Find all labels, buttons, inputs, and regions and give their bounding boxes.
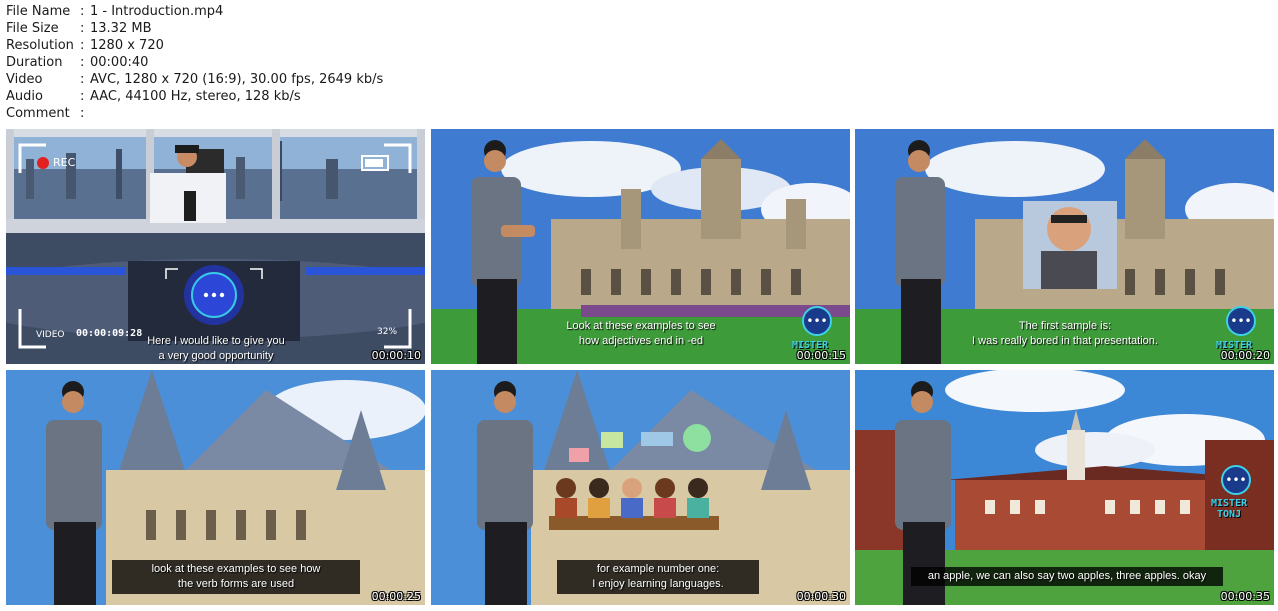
info-label: File Name xyxy=(6,4,71,19)
subtitle: The first sample is: I was really bored … xyxy=(972,320,1158,347)
info-separator: : xyxy=(80,4,85,19)
info-row: Resolution:1280 x 720 xyxy=(6,37,383,54)
info-label: Audio xyxy=(6,89,43,104)
info-separator: : xyxy=(80,55,85,70)
info-value: AAC, 44100 Hz, stereo, 128 kb/s xyxy=(90,89,301,104)
info-row: Video: AVC, 1280 x 720 (16:9), 30.00 fps,… xyxy=(6,71,383,88)
info-value: AVC, 1280 x 720 (16:9), 30.00 fps, 2649 … xyxy=(90,72,384,87)
info-row: File Name:1 - Introduction.mp4 xyxy=(6,3,383,20)
timestamp: 00:00:25 xyxy=(371,590,421,603)
info-row: Audio: AAC, 44100 Hz, stereo, 128 kb/s xyxy=(6,88,383,105)
info-value: 1280 x 720 xyxy=(90,38,164,53)
subtitle: Here I would like to give you a very goo… xyxy=(147,335,285,362)
info-label: Resolution xyxy=(6,38,74,53)
info-row: File Size:13.32 MB xyxy=(6,20,383,37)
subtitle: look at these examples to see how the ve… xyxy=(112,560,360,594)
chat-bubble-icon: ••• xyxy=(802,306,832,336)
info-value: 13.32 MB xyxy=(90,21,152,36)
thumbnail-6[interactable]: ••• MISTER TONJ an apple, we can also sa… xyxy=(855,370,1274,605)
thumbnail-4[interactable]: look at these examples to see how the ve… xyxy=(6,370,425,605)
info-separator: : xyxy=(80,72,85,87)
file-info-panel: File Name:1 - Introduction.mp4 File Size:… xyxy=(6,3,383,122)
timestamp: 00:00:15 xyxy=(796,349,846,362)
info-value: 1 - Introduction.mp4 xyxy=(90,4,224,19)
rec-label: REC xyxy=(53,156,76,169)
timestamp: 00:00:20 xyxy=(1220,349,1270,362)
brand-logo: MISTER TONJ xyxy=(1211,498,1248,520)
subtitle: for example number one: I enjoy learning… xyxy=(557,560,759,594)
info-separator: : xyxy=(80,21,85,36)
chat-bubble-icon: ••• xyxy=(1221,465,1251,495)
info-label: File Size xyxy=(6,21,59,36)
subtitle: an apple, we can also say two apples, th… xyxy=(911,567,1223,586)
thumbnail-3[interactable]: ••• MISTER The first sample is: I was re… xyxy=(855,129,1274,364)
info-row: Comment: xyxy=(6,105,383,122)
info-label: Comment xyxy=(6,106,70,121)
info-separator: : xyxy=(80,106,85,121)
battery-label: 32% xyxy=(377,327,398,337)
video-label: VIDEO xyxy=(36,330,65,340)
chat-bubble-icon: ••• xyxy=(1226,306,1256,336)
subtitle: Look at these examples to see how adject… xyxy=(566,320,716,347)
thumbnail-5[interactable]: for example number one: I enjoy learning… xyxy=(431,370,850,605)
info-label: Video xyxy=(6,72,43,87)
info-separator: : xyxy=(80,38,85,53)
info-label: Duration xyxy=(6,55,63,70)
info-value: 00:00:40 xyxy=(90,55,149,70)
timestamp: 00:00:30 xyxy=(796,590,846,603)
thumbnail-1[interactable]: REC VIDEO 00:00:09:28 32% Here I would l… xyxy=(6,129,425,364)
thumbnail-2[interactable]: ••• MISTER Look at these examples to see… xyxy=(431,129,850,364)
info-separator: : xyxy=(80,89,85,104)
info-row: Duration:00:00:40 xyxy=(6,54,383,71)
timestamp: 00:00:35 xyxy=(1220,590,1270,603)
timestamp: 00:00:10 xyxy=(371,349,421,362)
